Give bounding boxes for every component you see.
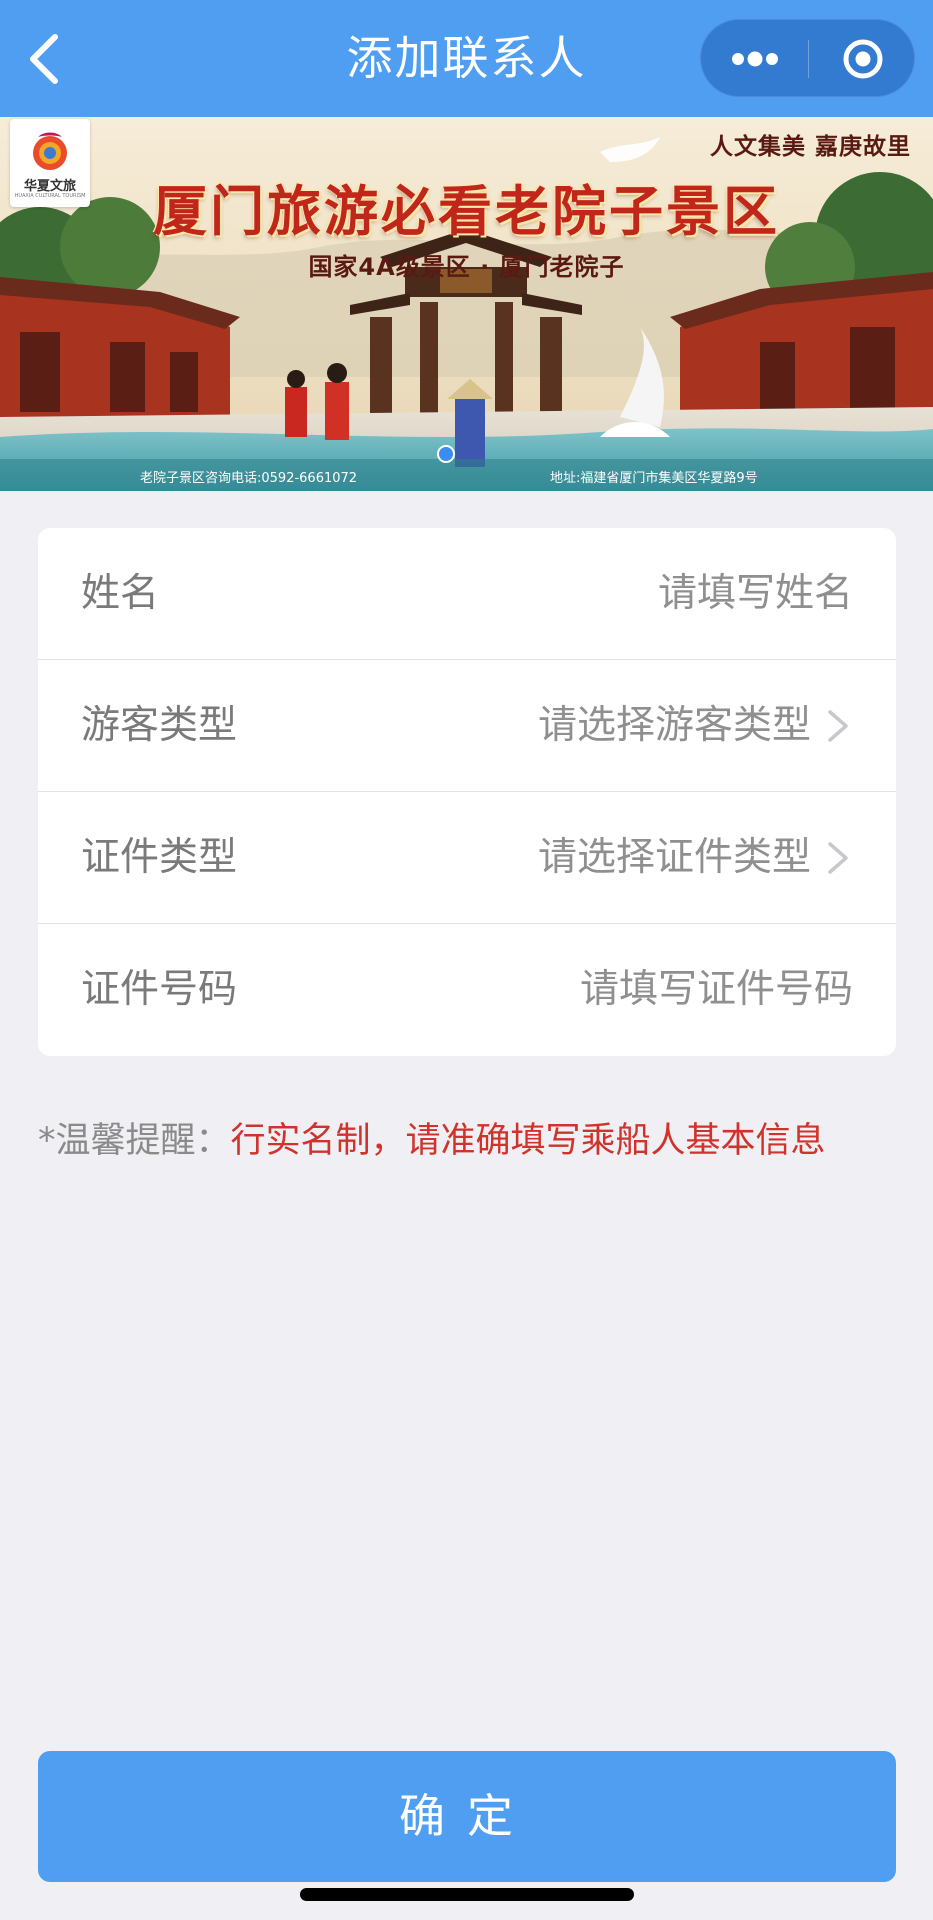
name-row[interactable]: 姓名 请填写姓名 [38, 528, 896, 659]
promo-banner[interactable]: 华夏文旅 HUAXIA CULTURAL TOURISM 人文集美 嘉庚故里 厦… [0, 117, 933, 491]
banner-headline: 厦门旅游必看老院子景区 [153, 180, 780, 243]
banner-slogan: 人文集美 嘉庚故里 [709, 134, 911, 160]
name-input[interactable]: 请填写姓名 [658, 528, 853, 659]
banner-subheadline: 国家4A级景区 · 厦门老院子 [308, 253, 625, 281]
carousel-indicator-dot[interactable] [437, 445, 455, 463]
id-number-input[interactable]: 请填写证件号码 [580, 924, 853, 1055]
visitor-type-row[interactable]: 游客类型 请选择游客类型 [38, 659, 896, 791]
chevron-right-icon [828, 842, 848, 874]
mini-program-capsule [700, 19, 915, 97]
id-number-row[interactable]: 证件号码 请填写证件号码 [38, 923, 896, 1055]
home-indicator [300, 1888, 634, 1901]
reminder-label: *温馨提醒： [38, 1121, 231, 1161]
chevron-left-icon [30, 34, 58, 84]
more-button[interactable] [701, 20, 808, 98]
id-number-label: 证件号码 [81, 967, 238, 1012]
visitor-type-label: 游客类型 [81, 703, 238, 748]
add-contact-page: 添加联系人 华夏文旅 HUAXIA CULTURAL TOURISM 人文集美 … [0, 0, 933, 1920]
back-button[interactable] [14, 26, 74, 92]
id-type-row[interactable]: 证件类型 请选择证件类型 [38, 791, 896, 923]
more-dots-icon [731, 51, 778, 67]
reminder-text: 行实名制，请准确填写乘船人基本信息 [230, 1121, 826, 1161]
reminder-notice: *温馨提醒：行实名制，请准确填写乘船人基本信息 [38, 1118, 826, 1164]
banner-phone: 老院子景区咨询电话:0592-6661072 [140, 471, 358, 486]
confirm-button[interactable]: 确定 [38, 1751, 896, 1882]
id-type-label: 证件类型 [81, 835, 238, 880]
visitor-type-select[interactable]: 请选择游客类型 [538, 660, 811, 791]
id-type-select[interactable]: 请选择证件类型 [538, 792, 811, 923]
close-miniprogram-button[interactable] [809, 20, 916, 98]
contact-form: 姓名 请填写姓名 游客类型 请选择游客类型 证件类型 请选择证件类型 证件号码 … [38, 528, 896, 1056]
chevron-right-icon [828, 710, 848, 742]
navigation-bar: 添加联系人 [0, 0, 933, 117]
name-label: 姓名 [81, 571, 160, 616]
target-circle-icon [843, 39, 882, 79]
banner-address: 地址:福建省厦门市集美区华夏路9号 [550, 471, 758, 486]
